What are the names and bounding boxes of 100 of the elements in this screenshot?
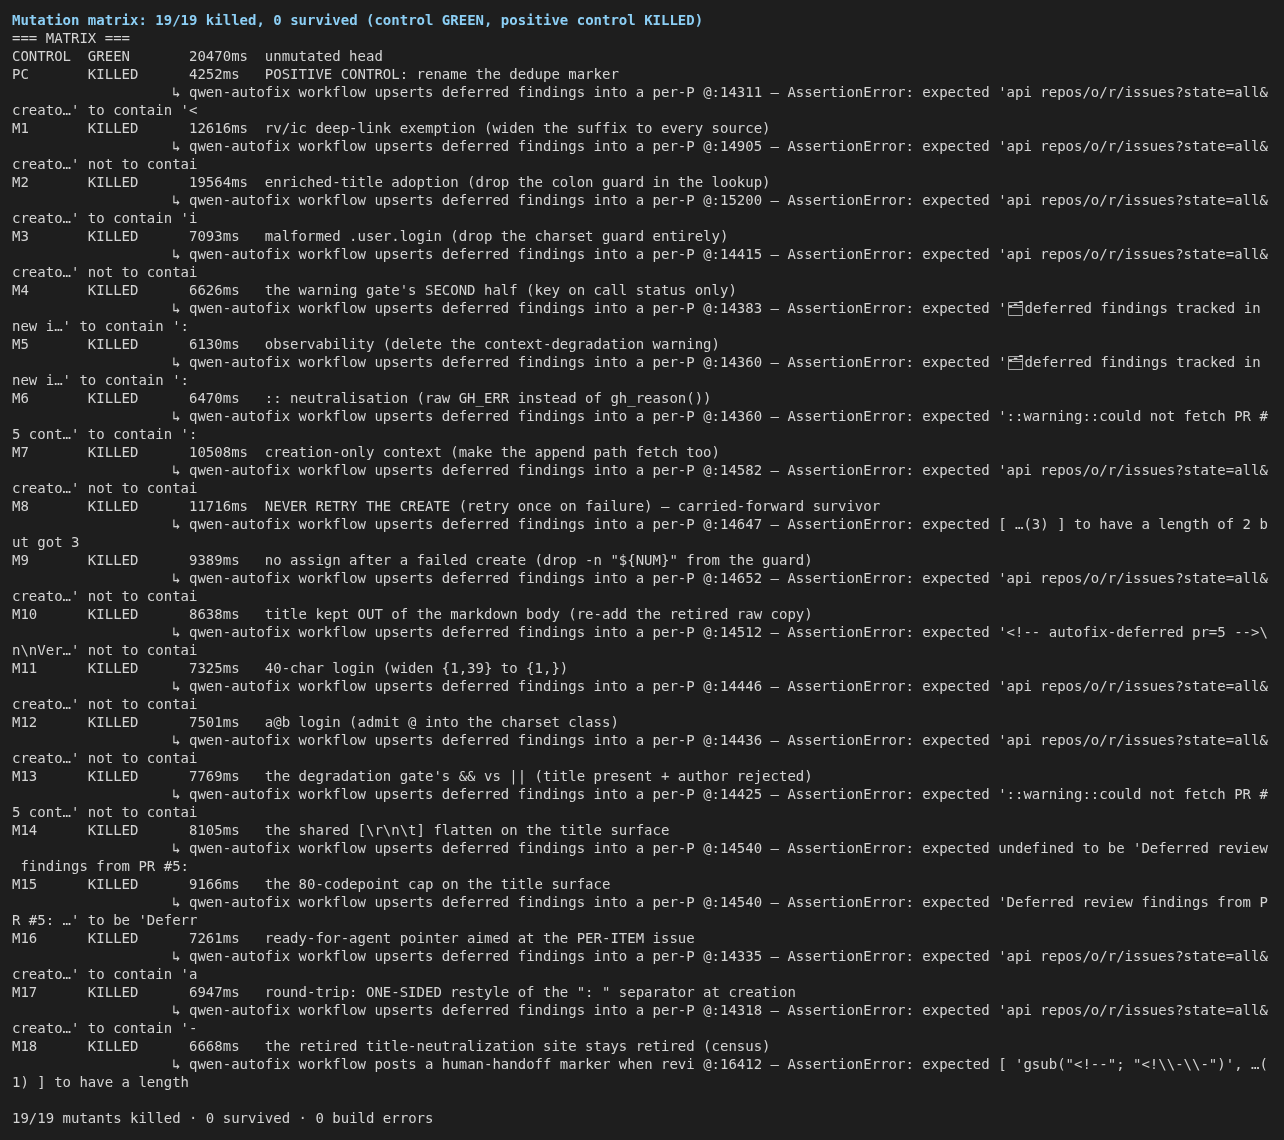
mutation-description: creation-only context (make the append path fetch too) bbox=[264, 443, 720, 461]
mutant-id: M14 bbox=[12, 821, 39, 839]
failure-detail-continuation: creato…' not to contai bbox=[12, 695, 198, 713]
duration-text: 9389ms bbox=[189, 551, 241, 569]
mutant-id: M4 bbox=[12, 281, 30, 299]
mutation-description: 40-char login (widen {1,39} to {1,}) bbox=[264, 659, 569, 677]
mutation-description: no assign after a failed create (drop -n "${NUM}" from the guard) bbox=[264, 551, 813, 569]
failure-detail-continuation: new i…' to contain ': bbox=[12, 317, 189, 335]
failure-detail-continuation: R #5: …' to be 'Deferr bbox=[12, 911, 198, 929]
failure-detail: ↳ qwen-autofix workflow upserts deferred findings into a per-P @:14318 — AssertionError: expected 'api repos/o/r/issues?state=all& bbox=[172, 1001, 1268, 1019]
failure-detail: ↳ qwen-autofix workflow upserts deferred findings into a per-P @:14647 — AssertionError: expected [ …(3) ] to have a length of 2 b bbox=[172, 515, 1268, 533]
status-label: KILLED bbox=[87, 389, 140, 407]
failure-detail: ↳ qwen-autofix workflow upserts deferred findings into a per-P @:14335 — AssertionError: expected 'api repos/o/r/issues?state=all& bbox=[172, 947, 1268, 965]
section-title: === MATRIX === bbox=[12, 29, 130, 47]
mutant-id: M3 bbox=[12, 227, 30, 245]
mutation-description: ready-for-agent pointer aimed at the PER-ITEM issue bbox=[264, 929, 695, 947]
mutation-description: the 80-codepoint cap on the title surface bbox=[264, 875, 611, 893]
failure-detail: ↳ qwen-autofix workflow upserts deferred findings into a per-P @:14652 — AssertionError: expected 'api repos/o/r/issues?state=all& bbox=[172, 569, 1268, 587]
mutation-description: title kept OUT of the markdown body (re-add the retired raw copy) bbox=[264, 605, 813, 623]
status-label: KILLED bbox=[87, 659, 140, 677]
duration-text: 6947ms bbox=[189, 983, 241, 1001]
status-label: KILLED bbox=[87, 983, 140, 1001]
mutation-description: observability (delete the context-degradation warning) bbox=[264, 335, 720, 353]
status-label: KILLED bbox=[87, 929, 140, 947]
failure-detail-continuation: 5 cont…' to contain ': bbox=[12, 425, 198, 443]
summary-heading: Mutation matrix: 19/19 killed, 0 survived (control GREEN, positive control KILLED) bbox=[12, 11, 704, 29]
failure-detail: ↳ qwen-autofix workflow posts a human-handoff marker when revi @:16412 — AssertionError: expected [ 'gsub("<!--"; "<!\\-\\-")', …( bbox=[172, 1055, 1268, 1073]
failure-detail-continuation: creato…' not to contai bbox=[12, 263, 198, 281]
status-label: KILLED bbox=[87, 605, 140, 623]
mutation-description: :: neutralisation (raw GH_ERR instead of gh_reason()) bbox=[264, 389, 712, 407]
duration-text: 11716ms bbox=[189, 497, 249, 515]
failure-detail-continuation: creato…' to contain '- bbox=[12, 1019, 198, 1037]
totals-line: 19/19 mutants killed · 0 survived · 0 build errors bbox=[12, 1109, 434, 1127]
status-label: KILLED bbox=[87, 767, 140, 785]
status-label: KILLED bbox=[87, 875, 140, 893]
failure-detail: ↳ qwen-autofix workflow upserts deferred findings into a per-P @:14425 — AssertionError: expected '::warning::could not fetch PR # bbox=[172, 785, 1268, 803]
duration-text: 6470ms bbox=[189, 389, 241, 407]
status-label: KILLED bbox=[87, 335, 140, 353]
status-label: KILLED bbox=[87, 173, 140, 191]
mutation-description: the shared [\r\n\t] flatten on the title surface bbox=[264, 821, 670, 839]
mutant-id: M15 bbox=[12, 875, 39, 893]
status-label: KILLED bbox=[87, 281, 140, 299]
mutant-id: M16 bbox=[12, 929, 39, 947]
mutation-description: round-trip: ONE-SIDED restyle of the ": " separator at creation bbox=[264, 983, 796, 1001]
duration-text: 20470ms bbox=[189, 47, 249, 65]
status-label: KILLED bbox=[87, 119, 140, 137]
failure-detail: ↳ qwen-autofix workflow upserts deferred findings into a per-P @:14446 — AssertionError: expected 'api repos/o/r/issues?state=all& bbox=[172, 677, 1268, 695]
status-label: KILLED bbox=[87, 65, 140, 83]
mutant-id: M12 bbox=[12, 713, 39, 731]
status-label: KILLED bbox=[87, 227, 140, 245]
failure-detail-continuation: creato…' to contain '< bbox=[12, 101, 198, 119]
failure-detail: ↳ qwen-autofix workflow upserts deferred findings into a per-P @:14436 — AssertionError: expected 'api repos/o/r/issues?state=all& bbox=[172, 731, 1268, 749]
failure-detail: ↳ qwen-autofix workflow upserts deferred findings into a per-P @:14383 — AssertionError: expected '🗂deferred findings tracked in bbox=[172, 299, 1261, 317]
mutant-id: PC bbox=[12, 65, 30, 83]
failure-detail: ↳ qwen-autofix workflow upserts deferred findings into a per-P @:14360 — AssertionError: expected '::warning::could not fetch PR # bbox=[172, 407, 1268, 425]
failure-detail: ↳ qwen-autofix workflow upserts deferred findings into a per-P @:14905 — AssertionError: expected 'api repos/o/r/issues?state=all& bbox=[172, 137, 1268, 155]
mutation-description: the retired title-neutralization site stays retired (census) bbox=[264, 1037, 771, 1055]
duration-text: 10508ms bbox=[189, 443, 249, 461]
failure-detail: ↳ qwen-autofix workflow upserts deferred findings into a per-P @:14311 — AssertionError: expected 'api repos/o/r/issues?state=all& bbox=[172, 83, 1268, 101]
mutant-id: M2 bbox=[12, 173, 30, 191]
mutation-description: rv/ic deep-link exemption (widen the suffix to every source) bbox=[264, 119, 771, 137]
mutation-description: the degradation gate's && vs || (title present + author rejected) bbox=[264, 767, 813, 785]
duration-text: 19564ms bbox=[189, 173, 249, 191]
status-label: GREEN bbox=[87, 47, 131, 65]
duration-text: 6130ms bbox=[189, 335, 241, 353]
duration-text: 6626ms bbox=[189, 281, 241, 299]
failure-detail-continuation: 5 cont…' not to contai bbox=[12, 803, 198, 821]
status-label: KILLED bbox=[87, 443, 140, 461]
mutant-id: M1 bbox=[12, 119, 30, 137]
duration-text: 8105ms bbox=[189, 821, 241, 839]
status-label: KILLED bbox=[87, 821, 140, 839]
status-label: KILLED bbox=[87, 713, 140, 731]
failure-detail: ↳ qwen-autofix workflow upserts deferred findings into a per-P @:14512 — AssertionError: expected '<!-- autofix-deferred pr=5 -->\ bbox=[172, 623, 1268, 641]
duration-text: 6668ms bbox=[189, 1037, 241, 1055]
failure-detail-continuation: ut got 3 bbox=[12, 533, 80, 551]
mutant-id: M10 bbox=[12, 605, 39, 623]
mutant-id: M5 bbox=[12, 335, 30, 353]
failure-detail: ↳ qwen-autofix workflow upserts deferred findings into a per-P @:14360 — AssertionError: expected '🗂deferred findings tracked in bbox=[172, 353, 1261, 371]
failure-detail-continuation: creato…' not to contai bbox=[12, 479, 198, 497]
failure-detail: ↳ qwen-autofix workflow upserts deferred findings into a per-P @:14540 — AssertionError: expected 'Deferred review findings from P bbox=[172, 893, 1268, 911]
mutant-id: M6 bbox=[12, 389, 30, 407]
duration-text: 8638ms bbox=[189, 605, 241, 623]
failure-detail-continuation: creato…' not to contai bbox=[12, 155, 198, 173]
mutant-id: M11 bbox=[12, 659, 39, 677]
duration-text: 9166ms bbox=[189, 875, 241, 893]
failure-detail: ↳ qwen-autofix workflow upserts deferred findings into a per-P @:14540 — AssertionError: expected undefined to be 'Deferred review bbox=[172, 839, 1268, 857]
failure-detail-continuation: findings from PR #5: bbox=[19, 857, 189, 875]
failure-detail: ↳ qwen-autofix workflow upserts deferred findings into a per-P @:14415 — AssertionError: expected 'api repos/o/r/issues?state=all& bbox=[172, 245, 1268, 263]
mutation-description: POSITIVE CONTROL: rename the dedupe marker bbox=[264, 65, 619, 83]
mutation-description: a@b login (admit @ into the charset class) bbox=[264, 713, 619, 731]
status-label: KILLED bbox=[87, 551, 140, 569]
failure-detail: ↳ qwen-autofix workflow upserts deferred findings into a per-P @:14582 — AssertionError: expected 'api repos/o/r/issues?state=all& bbox=[172, 461, 1268, 479]
failure-detail-continuation: creato…' to contain 'i bbox=[12, 209, 198, 227]
mutant-id: M18 bbox=[12, 1037, 39, 1055]
duration-text: 7325ms bbox=[189, 659, 241, 677]
status-label: KILLED bbox=[87, 497, 140, 515]
mutant-id: CONTROL bbox=[12, 47, 72, 65]
duration-text: 7501ms bbox=[189, 713, 241, 731]
mutant-id: M9 bbox=[12, 551, 30, 569]
duration-text: 12616ms bbox=[189, 119, 249, 137]
